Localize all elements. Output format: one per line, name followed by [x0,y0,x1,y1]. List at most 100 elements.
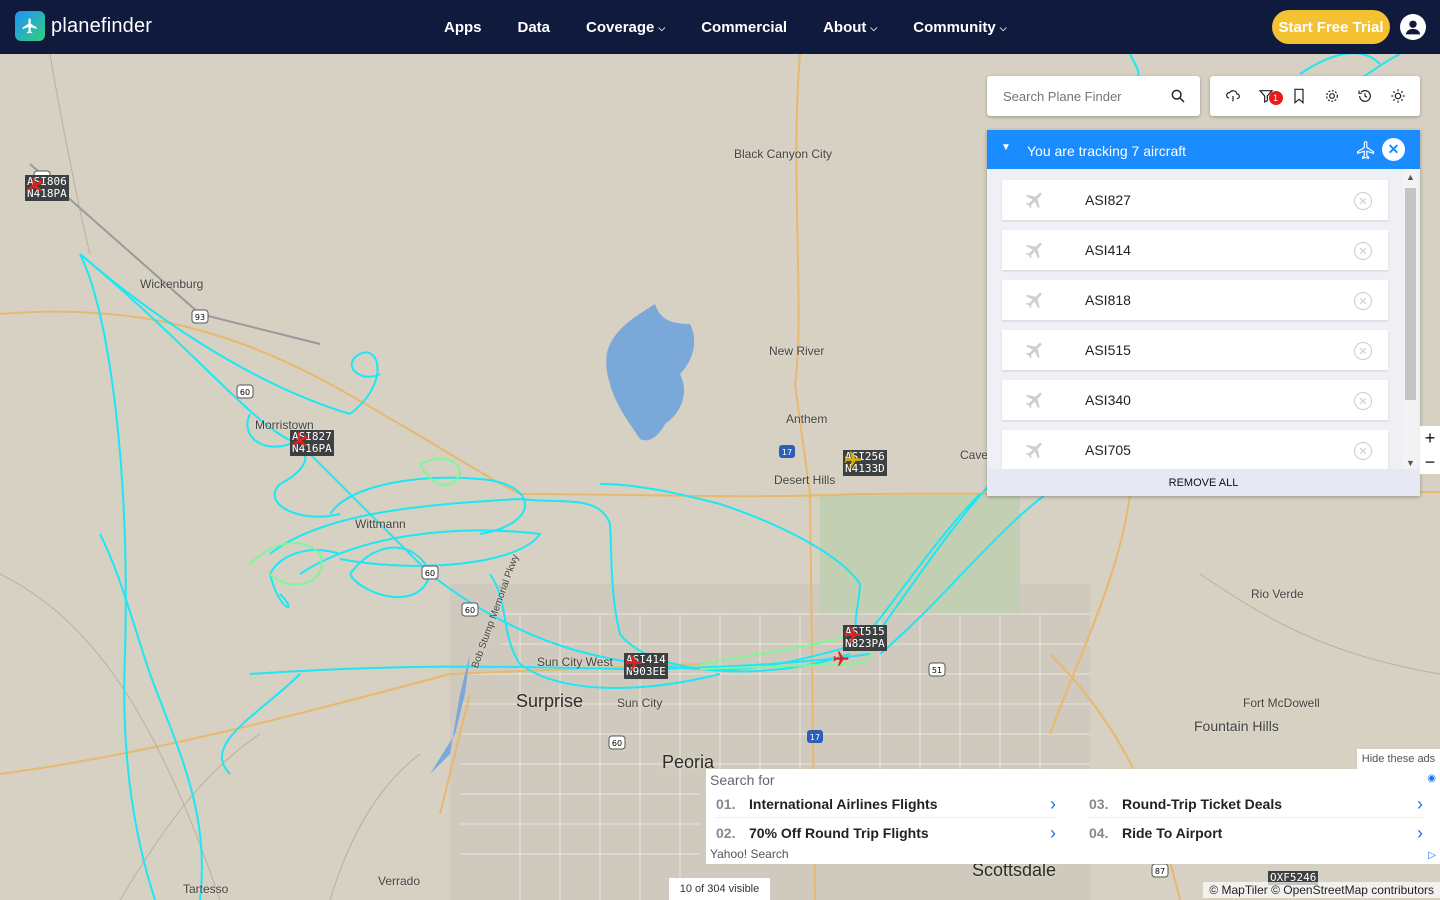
nav-apps[interactable]: Apps [444,19,482,36]
ad-footer: Yahoo! Search [710,847,789,861]
ad-choices-icon[interactable]: ◉ [1427,773,1436,784]
aircraft-marker[interactable]: ASI827 N416PA [290,430,334,456]
tracked-callsign: ASI414 [1085,242,1131,258]
remove-icon[interactable]: ✕ [1354,292,1372,310]
nav-community[interactable]: Community ⌵ [913,19,1006,36]
logo[interactable]: planefinder [15,11,152,41]
filter-icon[interactable]: 1 [1256,86,1283,106]
zoom-in-button[interactable]: + [1425,428,1436,449]
nav-about[interactable]: About ⌵ [823,19,877,36]
ad-link[interactable]: 02. 70% Off Round Trip Flights › [716,820,1056,846]
remove-icon[interactable]: ✕ [1354,442,1372,460]
aircraft-marker[interactable]: ASI414 N903EE [624,653,668,679]
search-input[interactable] [1001,87,1165,105]
aircraft-marker[interactable]: ASI806 N418PA [25,175,69,201]
ad-number: 04. [1089,825,1109,841]
filter-count-badge: 1 [1268,91,1283,105]
shield-60: 60 [240,388,250,397]
ad-text: Ride To Airport [1122,825,1223,841]
sun-icon[interactable] [1388,86,1408,106]
brand-name: planefinder [51,14,153,37]
plane-icon [844,451,862,468]
ad-block: Search for ◉ 01. International Airlines F… [706,769,1440,864]
ad-link[interactable]: 01. International Airlines Flights › [716,791,1056,818]
remove-icon[interactable]: ✕ [1354,342,1372,360]
map-toolbar: 1 [1210,76,1420,116]
ad-link[interactable]: 03. Round-Trip Ticket Deals › [1089,791,1423,818]
plane-icon [27,176,44,192]
plane-logo-icon [15,11,45,41]
plane-icon [1025,242,1042,259]
remove-icon[interactable]: ✕ [1354,392,1372,410]
shield-51: 51 [932,666,942,675]
shield-60b: 60 [425,569,435,578]
shield-17: 17 [782,448,792,457]
plane-icon [844,626,862,643]
history-icon[interactable] [1355,86,1375,106]
nav-community-label: Community [913,18,996,36]
close-icon[interactable]: ✕ [1382,138,1405,161]
nav-data-label: Data [517,18,551,36]
chevron-down-icon[interactable]: ▼ [1001,142,1011,153]
ad-text: 70% Off Round Trip Flights [749,825,929,841]
scroll-down-icon[interactable]: ▼ [1406,458,1415,468]
weather-icon[interactable] [1223,86,1243,106]
plane-icon [1025,192,1042,209]
scroll-up-icon[interactable]: ▲ [1406,172,1415,182]
nav-commercial[interactable]: Commercial [701,19,787,36]
ad-text: Round-Trip Ticket Deals [1122,796,1282,812]
hide-ads-link[interactable]: Hide these ads [1357,749,1440,769]
settings-icon[interactable] [1322,86,1342,106]
plane-icon [292,431,309,447]
list-item[interactable]: ASI705 ✕ [1002,430,1388,469]
top-nav: planefinder Apps Data Coverage ⌵ Commerci… [0,0,1440,54]
scrollbar-thumb[interactable] [1405,188,1416,400]
tracked-aircraft-list: ASI827 ✕ ASI414 ✕ ASI818 ✕ ASI515 ✕ ASI3… [987,169,1420,469]
list-item[interactable]: ASI340 ✕ [1002,380,1388,420]
remove-icon[interactable]: ✕ [1354,242,1372,260]
plane-icon [1025,292,1042,309]
bookmark-icon[interactable] [1289,86,1309,106]
tracked-callsign: ASI827 [1085,192,1131,208]
chevron-right-icon: › [1417,793,1423,814]
zoom-control: + − [1420,426,1440,474]
nav-data[interactable]: Data [518,19,551,36]
nav-about-label: About [823,18,867,36]
aircraft-marker[interactable]: ASI256 N4133D [843,450,887,476]
shield-17b: 17 [810,733,820,742]
zoom-out-button[interactable]: − [1425,452,1436,473]
ad-info-icon[interactable]: ▷ [1428,850,1436,861]
search-icon[interactable] [1170,88,1186,109]
user-account-icon[interactable] [1400,14,1426,40]
start-free-trial-button[interactable]: Start Free Trial [1272,10,1390,44]
nav-coverage[interactable]: Coverage ⌵ [586,19,665,36]
ad-header: Search for [710,772,775,788]
chevron-right-icon: › [1050,822,1056,843]
visible-aircraft-counter: 10 of 304 visible [669,878,770,900]
remove-all-button[interactable]: REMOVE ALL [987,469,1420,496]
chevron-down-icon: ⌵ [870,22,878,33]
remove-icon[interactable]: ✕ [1354,192,1372,210]
shield-60d: 60 [612,739,622,748]
scrollbar[interactable]: ▲ ▼ [1403,170,1418,470]
plane-icon [1025,442,1042,459]
tracking-panel: ▼ You are tracking 7 aircraft ✕ ASI827 ✕… [987,130,1420,496]
list-item[interactable]: ASI818 ✕ [1002,280,1388,320]
ad-number: 01. [716,796,736,812]
list-item[interactable]: ASI515 ✕ [1002,330,1388,370]
aircraft-marker[interactable]: ASI515 N823PA [843,625,887,651]
tracked-callsign: ASI818 [1085,292,1131,308]
list-item[interactable]: ASI827 ✕ [1002,180,1388,220]
ad-link[interactable]: 04. Ride To Airport › [1089,820,1423,846]
shield-87: 87 [1155,867,1165,876]
plane-icon [833,651,849,666]
tracked-callsign: ASI340 [1085,392,1131,408]
tracked-callsign: ASI705 [1085,442,1131,458]
chevron-down-icon: ⌵ [658,22,666,33]
ad-number: 02. [716,825,736,841]
list-item[interactable]: ASI414 ✕ [1002,230,1388,270]
ad-text: International Airlines Flights [749,796,938,812]
nav-commercial-label: Commercial [701,18,788,36]
plane-icon [1025,392,1042,409]
map-attribution[interactable]: © MapTiler © OpenStreetMap contributors [1203,882,1440,898]
